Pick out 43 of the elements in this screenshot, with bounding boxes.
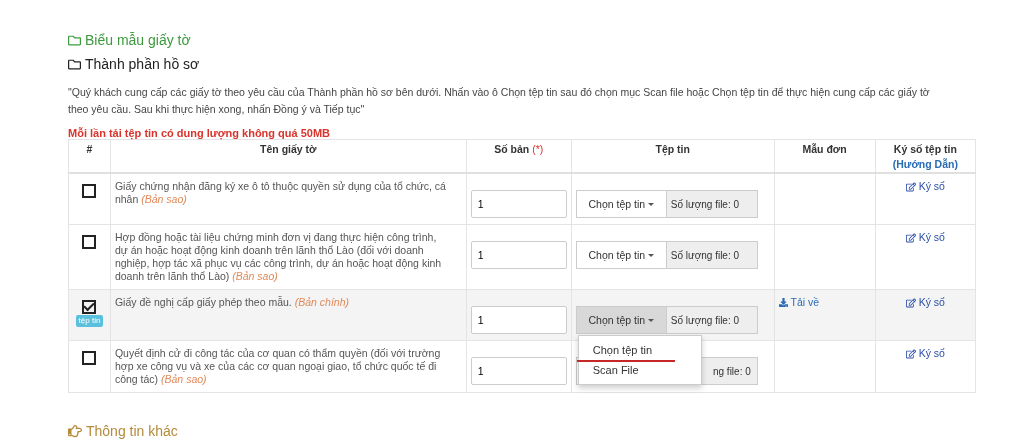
copies-input[interactable]: 1 bbox=[470, 306, 567, 334]
document-name: Giấy chứng nhận đăng ký xe ô tô thuộc quyền sử dụng của tổ chức, cá nhân (Bản sao) bbox=[114, 180, 447, 206]
guide-link[interactable]: (Hướng Dẫn) bbox=[879, 157, 971, 172]
file-count: Số lượng file: 0 bbox=[670, 248, 740, 262]
file-count: Số lượng file: 0 bbox=[670, 313, 740, 327]
edit-icon bbox=[905, 232, 916, 243]
hand-pointer-icon bbox=[68, 424, 82, 438]
copies-input[interactable]: 1 bbox=[470, 241, 567, 269]
section-title-text: Thành phần hồ sơ bbox=[85, 56, 200, 72]
checkbox[interactable] bbox=[82, 351, 97, 365]
file-count: ng file: 0 bbox=[712, 364, 751, 378]
edit-icon bbox=[905, 297, 916, 308]
file-count: Số lượng file: 0 bbox=[670, 197, 740, 211]
copies-input[interactable]: 1 bbox=[470, 190, 567, 218]
sign-link[interactable]: Ký số bbox=[905, 347, 945, 360]
file-badge: tệp tin bbox=[75, 315, 104, 327]
download-icon bbox=[778, 298, 788, 307]
choose-file-dropdown[interactable]: Chọn tệp tin bbox=[575, 190, 666, 218]
choose-file-dropdown[interactable]: Chọn tệp tin bbox=[575, 241, 666, 269]
sign-link[interactable]: Ký số bbox=[905, 180, 945, 193]
folder-icon bbox=[68, 33, 81, 47]
document-name: Giấy đề nghị cấp giấy phép theo mẫu. (Bản chính) bbox=[114, 296, 350, 309]
required-mark: (*) bbox=[532, 143, 544, 155]
checkbox[interactable] bbox=[82, 184, 97, 198]
header-label: Ký số tệp tin bbox=[893, 143, 957, 155]
edit-icon bbox=[905, 181, 916, 192]
checkbox[interactable] bbox=[82, 235, 97, 249]
choose-file-dropdown[interactable]: Chọn tệp tin bbox=[575, 306, 666, 334]
menu-item[interactable]: Scan File bbox=[578, 360, 701, 380]
menu-item[interactable]: Chọn tệp tin bbox=[578, 340, 701, 360]
document-name: Hợp đồng hoặc tài liệu chứng minh đơn vị đang thực hiện công trình, dự án hoặc hoạt động kinh doanh trên lãnh thổ Lào (đối với doanh nghiệp, hợp tác xã phục vụ các công trình, dự án hoặc hoạt động kinh doanh trên lãnh thổ Lào) (Bản sao) bbox=[114, 231, 443, 283]
sign-link[interactable]: Ký số bbox=[905, 296, 945, 309]
folder-icon bbox=[68, 57, 81, 71]
copies-input[interactable]: 1 bbox=[470, 357, 567, 385]
section-title-text: Thông tin khác bbox=[86, 423, 178, 439]
edit-icon bbox=[905, 348, 916, 359]
size-warning: Mỗi lần tải tệp tin có dung lượng không quá 50MB bbox=[68, 127, 332, 139]
download-link[interactable]: Tải về bbox=[778, 296, 820, 309]
sign-link[interactable]: Ký số bbox=[905, 231, 945, 244]
document-name: Quyết định cử đi công tác của cơ quan có thẩm quyền (đối với trường hợp xe công vụ và xe của các cơ quan ngoại giao, tổ chức quốc tế đi công tác) (Bản sao) bbox=[114, 347, 442, 386]
instructions-text: "Quý khách cung cấp các giấy tờ theo yêu cầu của Thành phần hồ sơ bên dưới. Nhấn vào ô Chọn tệp tin sau đó chọn mục Scan file hoặc Chọn tệp tin để thực hiện cung cấp các giấy tờ theo yêu cầu. Sau khi thực hiện xong, nhấn Đồng ý và Tiếp tục" bbox=[68, 85, 931, 117]
section-title-text[interactable]: Biểu mẫu giấy tờ bbox=[85, 32, 191, 48]
header-label: Số bản bbox=[494, 143, 530, 155]
